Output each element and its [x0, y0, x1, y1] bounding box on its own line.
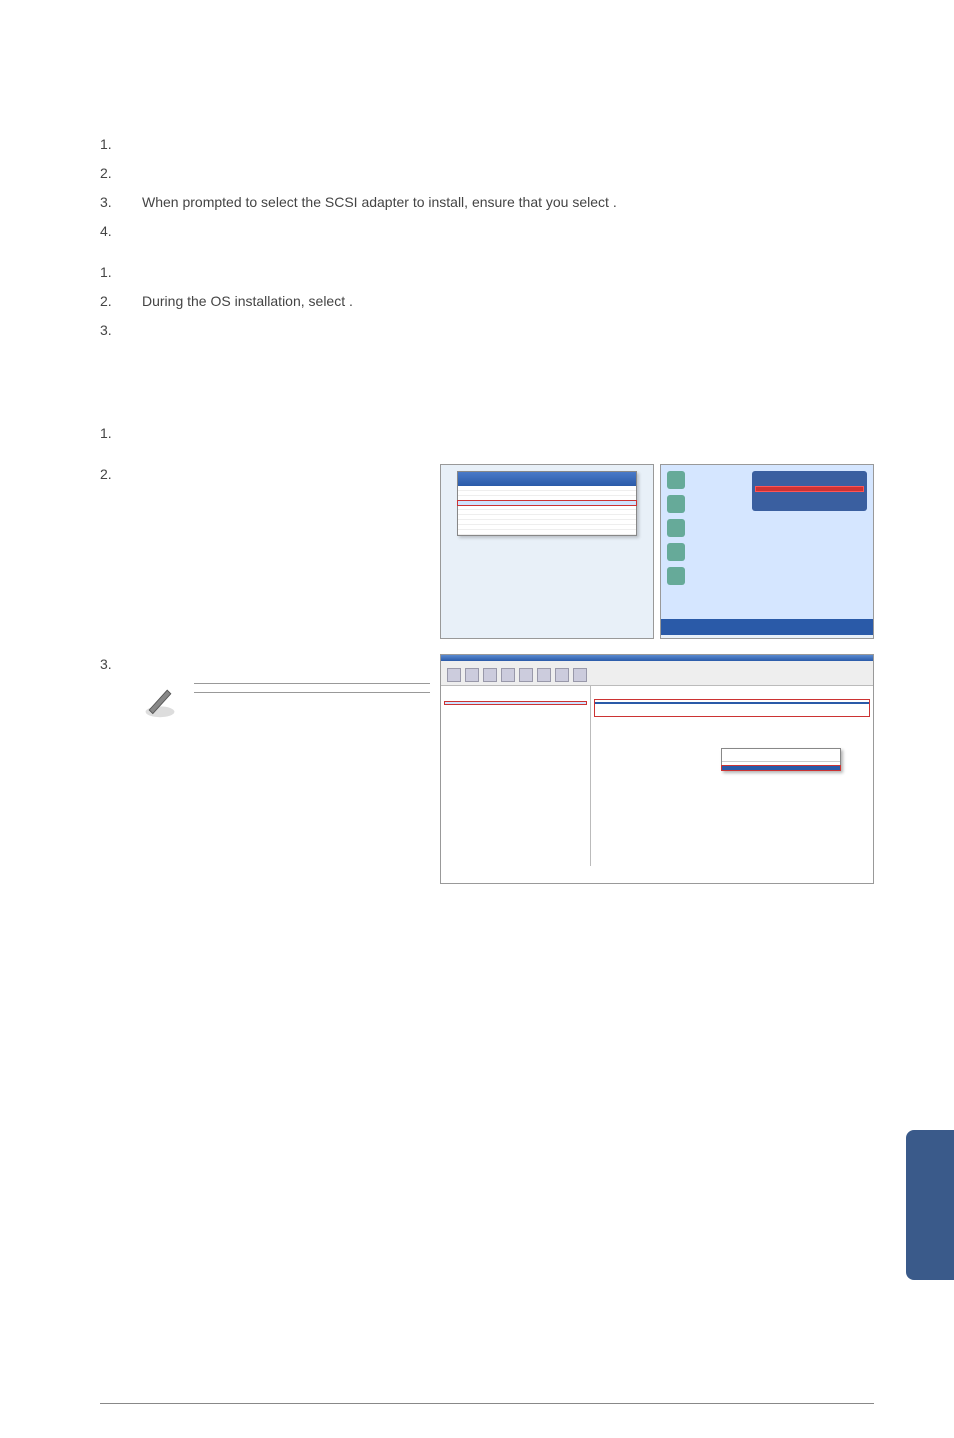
tree-item [595, 722, 869, 724]
wmp-icon [667, 519, 685, 537]
step3-col: 3. [100, 654, 430, 884]
steps-vista: 1. 2.During the OS installation, select … [100, 262, 874, 341]
step-text [142, 163, 874, 184]
wordpad-icon [667, 471, 685, 489]
note-text [194, 683, 430, 693]
step-num: 2. [100, 464, 142, 639]
note-icon [142, 683, 178, 719]
logoff-turnoff [865, 621, 867, 628]
toolbar-btn [447, 668, 461, 682]
step-num: 2. [100, 163, 142, 184]
step-num: 3. [100, 320, 142, 341]
step-text: During the OS installation, select . [142, 291, 874, 312]
toolbar-btn [573, 668, 587, 682]
step-text [142, 320, 874, 341]
step-num: 2. [100, 291, 142, 312]
steps-464: 1. [100, 423, 874, 444]
messenger-icon [667, 567, 685, 585]
step-text [142, 654, 430, 675]
mycomputer-context [752, 471, 867, 511]
step-num: 4. [100, 221, 142, 242]
step-num: 3. [100, 192, 142, 213]
step-text [142, 262, 874, 283]
step-text [142, 464, 430, 639]
toolbar-btn [555, 668, 569, 682]
footer [100, 1403, 874, 1408]
step-text: When prompted to select the SCSI adapter… [142, 192, 874, 213]
chapter-tab [906, 1130, 954, 1280]
toolbar-btn [483, 668, 497, 682]
step-num: 3. [100, 654, 142, 675]
section-heading-464 [100, 389, 874, 411]
msn-icon [667, 543, 685, 561]
left-tree [441, 686, 591, 866]
notepad-icon [667, 495, 685, 513]
step-text [142, 134, 874, 155]
screenshot-start-menu [660, 464, 874, 639]
tree-item [445, 712, 586, 714]
screenshot-device-manager [440, 654, 874, 884]
step-num: 1. [100, 423, 142, 444]
section-heading-463 [100, 100, 874, 122]
toolbar-btn [465, 668, 479, 682]
steps-xp: 1. 2. 3.When prompted to select the SCSI… [100, 134, 874, 242]
toolbar-btn [501, 668, 515, 682]
step-num: 1. [100, 262, 142, 283]
context-menu [721, 748, 841, 771]
context-item [756, 503, 863, 507]
toolbar-btn [519, 668, 533, 682]
menu-item [458, 530, 636, 535]
toolbar [441, 665, 873, 686]
right-tree [591, 686, 873, 866]
step2-col: 2. [100, 464, 430, 639]
step-num: 1. [100, 134, 142, 155]
step-text [142, 423, 874, 444]
step-text [142, 221, 874, 242]
toolbar-btn [537, 668, 551, 682]
context-item-highlighted [722, 766, 840, 770]
screenshot-context-menu [440, 464, 654, 639]
